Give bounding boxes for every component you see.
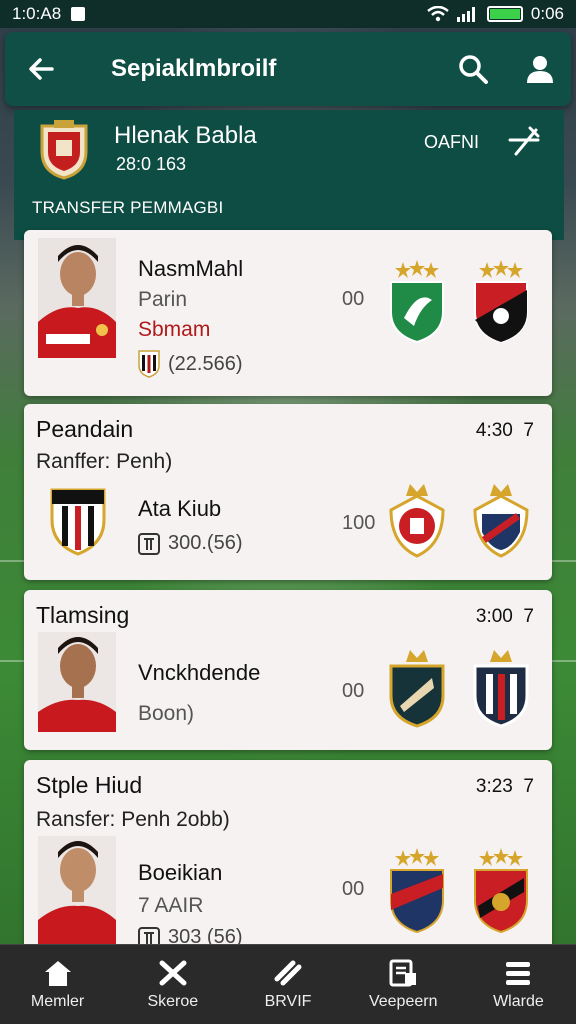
swap-icon xyxy=(159,960,187,985)
card-title: Tlamsing xyxy=(36,602,130,628)
score: 00 xyxy=(342,878,365,900)
player-name: Boeikian xyxy=(138,860,223,885)
club-badge-navy-red-icon xyxy=(390,848,444,934)
player-photo xyxy=(38,238,116,358)
club-name: Hlenak Babla xyxy=(114,122,257,149)
score: 00 xyxy=(342,680,365,702)
transfer-card[interactable]: Stple Hiud Ransfer: Penh 2obb) 3:23 7 Bo… xyxy=(24,760,552,950)
time-value: 3:00 xyxy=(475,606,513,627)
transfer-fee: 300.(56) xyxy=(138,532,243,555)
menu-icon xyxy=(506,961,531,985)
club-name: Ata Kiub xyxy=(138,496,222,521)
nav-label: Veepeern xyxy=(368,992,438,1010)
fee-value: (22.566) xyxy=(168,352,243,375)
transfer-card[interactable]: Peandain Ranffer: Penh) 4:30 7 Ata Kiub … xyxy=(24,404,552,580)
transfer-card[interactable]: Tlamsing 3:00 7 Vnckhdende Boon) 00 xyxy=(24,590,552,750)
player-name: Vnckhdende xyxy=(138,660,261,685)
time-suffix: 7 xyxy=(523,420,534,441)
home-icon xyxy=(44,960,71,986)
header-tag: OAFNI xyxy=(424,132,480,152)
page-title: Sepiaklmbroilf xyxy=(111,55,277,82)
nav-item-transfer[interactable]: BRVIF xyxy=(230,945,345,1024)
score: 00 xyxy=(342,288,365,310)
player-photo xyxy=(38,836,116,946)
app-bar: Sepiaklmbroilf xyxy=(5,32,571,106)
player-position: Parin xyxy=(138,288,188,311)
club-badge-red-gold-icon xyxy=(474,848,528,934)
fee-icon xyxy=(138,532,160,555)
wifi-icon xyxy=(427,6,449,22)
club-badge-crown-navy-icon xyxy=(473,650,529,728)
notification-icon xyxy=(71,7,86,21)
transfer-card[interactable]: NasmMahl Parin Sbmam (22.566) 00 xyxy=(24,230,552,396)
transfer-fee: (22.566) xyxy=(138,350,243,378)
club-badge-green-icon xyxy=(390,260,444,344)
time-value: 4:30 xyxy=(475,420,513,441)
battery-text: 0:06 xyxy=(530,4,564,23)
bottom-navigation: Memler Skeroe BRVIF Veepeern Wlarde xyxy=(0,944,576,1024)
battery-icon xyxy=(486,6,523,22)
club-badge-icon xyxy=(138,350,160,378)
nav-item-swap[interactable]: Skeroe xyxy=(115,945,230,1024)
card-time: 4:30 7 xyxy=(476,420,534,442)
club-subtitle: 28:0 163 xyxy=(116,154,187,174)
nav-item-menu[interactable]: Wlarde xyxy=(461,945,576,1024)
profile-icon[interactable] xyxy=(525,54,555,84)
card-title: Peandain xyxy=(36,416,134,442)
nav-label: Memler xyxy=(30,992,85,1010)
club-badge-crown-blue-icon xyxy=(473,484,529,558)
status-time: 1:0:A8 xyxy=(12,4,62,23)
transfer-icon xyxy=(274,960,302,985)
back-arrow-icon[interactable] xyxy=(21,54,61,84)
player-position: 7 AAIR xyxy=(138,894,204,917)
card-subtitle: Ransfer: Penh 2obb) xyxy=(36,808,230,831)
search-icon[interactable] xyxy=(457,53,489,85)
nav-label: Skeroe xyxy=(147,992,199,1010)
nav-item-documents[interactable]: Veepeern xyxy=(346,945,461,1024)
nav-label: BRVIF xyxy=(264,992,312,1010)
nav-item-home[interactable]: Memler xyxy=(0,945,115,1024)
status-bar: 1:0:A8 0:06 xyxy=(0,0,576,28)
player-position: Boon) xyxy=(138,702,195,725)
club-badge-crown-dark-icon xyxy=(389,650,445,728)
player-name: NasmMahl xyxy=(138,256,244,281)
score: 100 xyxy=(342,512,376,534)
nav-label: Wlarde xyxy=(493,992,544,1010)
card-subtitle: Ranffer: Penh) xyxy=(36,450,173,473)
card-title: Stple Hiud xyxy=(36,772,143,798)
player-photo xyxy=(38,632,116,732)
time-suffix: 7 xyxy=(523,776,534,797)
time-suffix: 7 xyxy=(523,606,534,627)
club-badge-crown-red-icon xyxy=(389,484,445,558)
club-crest-striped-icon xyxy=(50,488,106,556)
fee-value: 300.(56) xyxy=(168,532,243,554)
signal-icon xyxy=(456,6,479,22)
card-time: 3:00 7 xyxy=(476,606,534,628)
document-icon xyxy=(389,959,417,986)
transfer-arrow-icon[interactable] xyxy=(506,122,542,158)
club-crest-icon xyxy=(40,120,88,180)
card-time: 3:23 7 xyxy=(476,776,534,798)
player-tag: Sbmam xyxy=(138,318,211,341)
club-badge-red-black-icon xyxy=(474,260,528,344)
section-label: TRANSFER PEMMAGBI xyxy=(32,198,224,217)
club-header: Hlenak Babla 28:0 163 OAFNI TRANSFER PEM… xyxy=(14,110,564,240)
time-value: 3:23 xyxy=(475,776,513,797)
